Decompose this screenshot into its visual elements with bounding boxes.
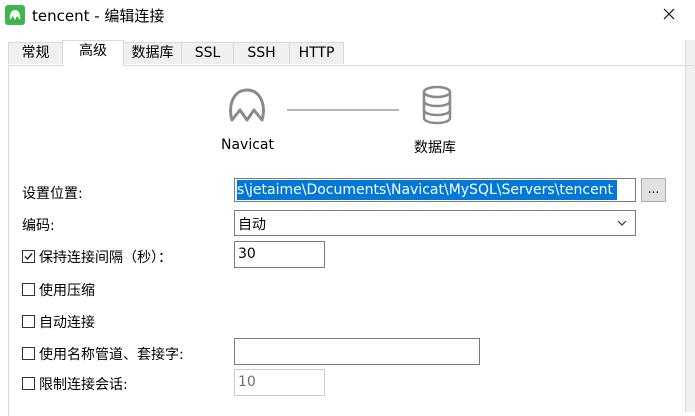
encoding-label: 编码: <box>22 218 55 234</box>
tab-ssl[interactable]: SSL <box>181 42 234 64</box>
close-button[interactable] <box>656 2 682 26</box>
tab-general[interactable]: 常规 <box>8 42 63 64</box>
keepalive-value: 30 <box>238 246 256 262</box>
auto-connect-checkbox[interactable] <box>22 315 35 328</box>
auto-connect-label: 自动连接 <box>39 315 95 331</box>
keepalive-label: 保持连接间隔（秒）： <box>39 250 172 266</box>
named-pipe-label: 使用名称管道、套接字: <box>39 347 184 363</box>
close-icon <box>663 8 675 20</box>
tab-database[interactable]: 数据库 <box>123 42 182 64</box>
title-bar: tencent - 编辑连接 <box>0 0 695 32</box>
keepalive-input[interactable]: 30 <box>234 241 325 268</box>
checkmark-icon <box>24 253 33 261</box>
named-pipe-input[interactable] <box>234 338 480 365</box>
location-label: 设置位置: <box>22 186 83 202</box>
location-input[interactable]: s\jetaime\Documents\Navicat\MySQL\Server… <box>234 178 636 202</box>
limit-sessions-checkbox[interactable] <box>22 377 35 390</box>
navicat-logo-icon <box>226 84 268 130</box>
tab-ssh[interactable]: SSH <box>233 42 290 64</box>
tab-advanced[interactable]: 高级 <box>62 40 124 66</box>
compression-checkbox[interactable] <box>22 283 35 296</box>
compression-label: 使用压缩 <box>39 283 95 299</box>
tab-http[interactable]: HTTP <box>289 42 344 64</box>
limit-sessions-value: 10 <box>238 374 256 390</box>
encoding-value: 自动 <box>238 217 266 233</box>
keepalive-checkbox[interactable] <box>22 250 35 263</box>
limit-sessions-input[interactable]: 10 <box>234 369 325 396</box>
navicat-label: Navicat <box>221 137 274 153</box>
browse-button[interactable]: ... <box>641 178 666 202</box>
navicat-app-icon <box>5 5 25 25</box>
limit-sessions-label: 限制连接会话: <box>39 377 128 393</box>
window-title: tencent - 编辑连接 <box>32 7 165 25</box>
connection-line <box>287 109 399 111</box>
named-pipe-checkbox[interactable] <box>22 347 35 360</box>
chevron-down-icon <box>617 220 627 226</box>
location-value: s\jetaime\Documents\Navicat\MySQL\Server… <box>237 180 618 200</box>
database-icon <box>421 85 453 129</box>
database-label: 数据库 <box>414 140 456 156</box>
encoding-select[interactable]: 自动 <box>234 210 636 236</box>
